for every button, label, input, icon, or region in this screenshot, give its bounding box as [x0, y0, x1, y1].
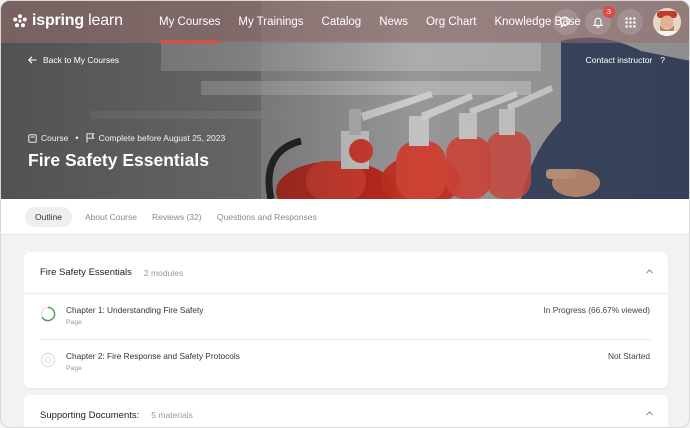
course-type-label: Course: [41, 133, 69, 143]
bell-icon: [592, 17, 604, 28]
top-navigation-bar: ispring learn My Courses My Trainings Ca…: [1, 1, 689, 43]
supporting-documents-card: Supporting Documents: 5 materials: [24, 395, 668, 427]
modules-card: Fire Safety Essentials 2 modules Chapter…: [24, 252, 668, 388]
apps-button[interactable]: [617, 9, 643, 35]
modules-count: 2 modules: [143, 267, 184, 278]
tab-reviews[interactable]: Reviews (32): [152, 207, 202, 227]
module-row[interactable]: Chapter 1: Understanding Fire Safety Pag…: [40, 294, 652, 340]
module-title: Chapter 2: Fire Response and Safety Prot…: [66, 351, 240, 361]
tab-outline[interactable]: Outline: [25, 207, 72, 227]
chevron-up-icon[interactable]: [645, 267, 654, 276]
nav-item-org-chart[interactable]: Org Chart: [417, 1, 486, 43]
documents-card-title: Supporting Documents:: [40, 409, 140, 421]
course-meta: Course • Complete before August 25, 2023: [28, 133, 225, 143]
contact-instructor-button[interactable]: Contact instructor ?: [586, 55, 665, 65]
module-status: In Progress (66.67% viewed): [543, 305, 650, 315]
chevron-up-icon[interactable]: [645, 409, 654, 418]
notifications-button[interactable]: 3: [585, 6, 615, 35]
course-book-icon: [28, 133, 37, 143]
contact-instructor-label: Contact instructor: [585, 55, 653, 65]
course-tabs: Outline About Course Reviews (32) Questi…: [1, 199, 689, 235]
notification-count-badge: 3: [603, 6, 615, 18]
module-row[interactable]: Chapter 2: Fire Response and Safety Prot…: [40, 340, 652, 386]
arrow-left-icon: [28, 56, 37, 64]
ispring-logo-icon: [13, 14, 27, 28]
module-type: Page: [66, 365, 82, 372]
grid-icon: [625, 17, 635, 27]
module-title: Chapter 1: Understanding Fire Safety: [66, 305, 204, 315]
logo-text: ispring learn: [32, 12, 123, 29]
deadline-label: Complete before August 25, 2023: [98, 133, 226, 143]
nav-item-news[interactable]: News: [370, 1, 417, 43]
ispring-learn-logo[interactable]: ispring learn: [13, 12, 123, 30]
main-menu: My Courses My Trainings Catalog News Org…: [150, 1, 590, 43]
meta-separator: •: [75, 133, 79, 143]
progress-ring-icon: [40, 306, 56, 322]
chat-button[interactable]: [553, 9, 579, 35]
module-type: Page: [66, 319, 82, 326]
back-link-label: Back to My Courses: [43, 55, 120, 65]
course-title: Fire Safety Essentials: [28, 150, 209, 170]
app-window: ispring learn My Courses My Trainings Ca…: [0, 0, 690, 428]
user-photo-icon: [653, 8, 681, 36]
module-status: Not Started: [608, 351, 650, 361]
tab-about-course[interactable]: About Course: [85, 207, 137, 227]
documents-card-header[interactable]: Supporting Documents: 5 materials: [24, 395, 668, 427]
materials-count: 5 materials: [151, 410, 193, 420]
tab-questions-and-responses[interactable]: Questions and Responses: [217, 207, 317, 227]
modules-card-title: Fire Safety Essentials: [40, 267, 132, 278]
chat-bubble-icon: [560, 16, 570, 28]
not-started-ring-icon: [40, 352, 56, 368]
course-hero-banner: ispring learn My Courses My Trainings Ca…: [1, 1, 689, 199]
nav-item-catalog[interactable]: Catalog: [313, 1, 371, 43]
nav-item-my-trainings[interactable]: My Trainings: [229, 1, 312, 43]
nav-item-my-courses[interactable]: My Courses: [150, 1, 229, 43]
user-avatar[interactable]: [653, 8, 681, 36]
modules-card-header[interactable]: Fire Safety Essentials 2 modules: [24, 252, 668, 294]
back-to-courses-link[interactable]: Back to My Courses: [28, 55, 119, 65]
help-icon: ?: [660, 55, 665, 65]
header-actions: 3: [553, 6, 681, 36]
flag-icon: [86, 133, 95, 143]
